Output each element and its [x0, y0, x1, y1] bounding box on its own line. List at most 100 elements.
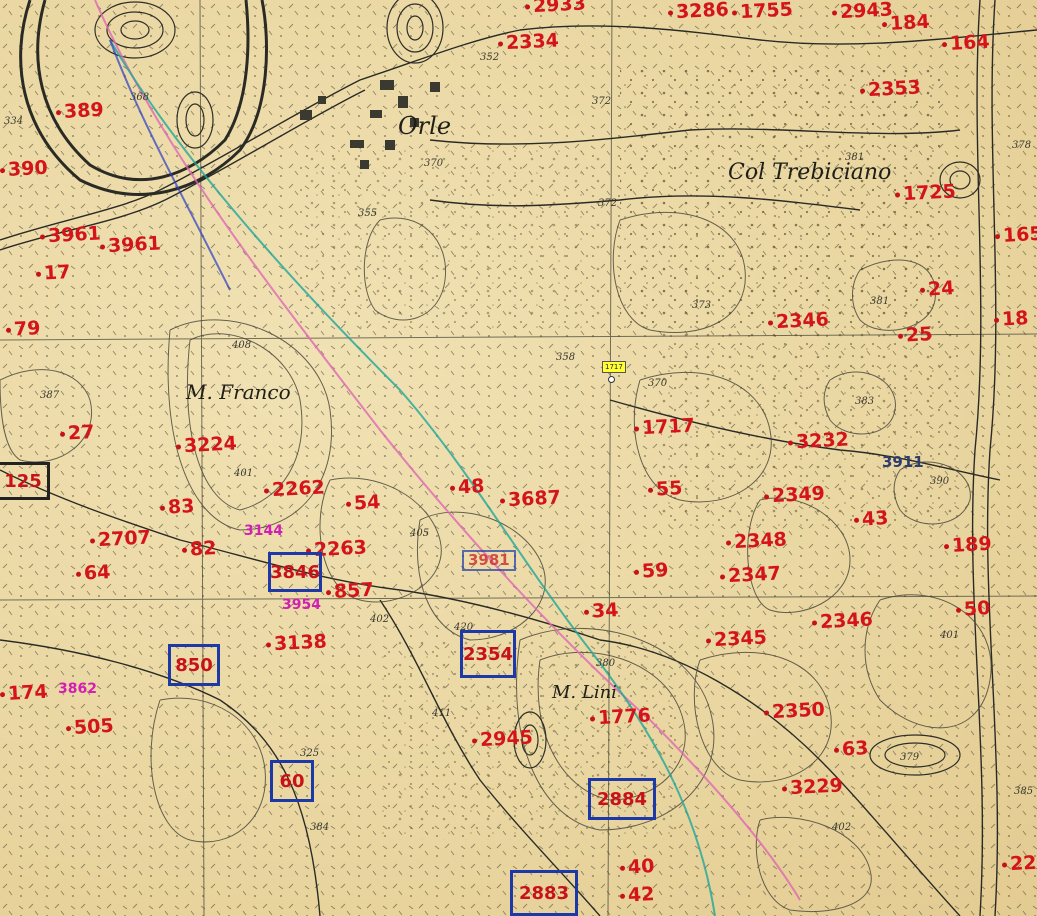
elevation-label: 325: [300, 748, 320, 759]
red-annotation[interactable]: 2933: [525, 0, 586, 17]
boxed-annotation[interactable]: 850: [168, 644, 220, 686]
red-annotation[interactable]: 3224: [176, 432, 237, 457]
red-annotation[interactable]: 3961: [100, 232, 161, 257]
red-annotation[interactable]: 50: [956, 597, 991, 620]
place-m-lini: M. Lini: [552, 682, 617, 703]
elevation-label: 401: [940, 630, 960, 641]
red-annotation[interactable]: 64: [76, 561, 111, 584]
red-annotation[interactable]: 2334: [498, 29, 559, 54]
red-annotation[interactable]: 2345: [706, 626, 767, 651]
red-annotation[interactable]: 3138: [266, 630, 327, 655]
elevation-label: 401: [234, 468, 254, 479]
elevation-label: 383: [855, 396, 875, 407]
red-annotation[interactable]: 505: [66, 715, 114, 739]
red-annotation[interactable]: 390: [0, 157, 48, 181]
map-canvas[interactable]: Orle Col Trebiciano M. Franco M. Lini 36…: [0, 0, 1037, 916]
red-annotation[interactable]: 43: [854, 507, 889, 530]
boxed-annotation[interactable]: 125: [0, 462, 50, 500]
red-annotation[interactable]: 79: [6, 317, 41, 340]
red-annotation[interactable]: 82: [182, 537, 217, 560]
location-marker-label[interactable]: 1717: [602, 361, 626, 373]
elevation-label: 408: [232, 340, 252, 351]
red-annotation[interactable]: 55: [648, 477, 683, 500]
red-annotation[interactable]: 165: [995, 223, 1037, 247]
elevation-label: 334: [4, 116, 24, 127]
red-annotation[interactable]: 3687: [500, 486, 561, 511]
elevation-label: 372: [598, 198, 618, 209]
boxed-annotation[interactable]: 2884: [588, 778, 656, 820]
red-annotation[interactable]: 2945: [472, 726, 533, 751]
red-annotation[interactable]: 2349: [764, 482, 825, 507]
red-annotation[interactable]: 189: [944, 533, 992, 557]
elevation-label: 355: [358, 208, 378, 219]
red-annotation[interactable]: 83: [160, 495, 195, 518]
boxed-annotation[interactable]: 2883: [510, 870, 578, 916]
red-annotation[interactable]: 389: [56, 99, 104, 123]
elevation-label: 368: [130, 92, 150, 103]
location-pin-icon[interactable]: [608, 376, 615, 383]
elevation-label: 379: [900, 752, 920, 763]
red-annotation[interactable]: 34: [584, 599, 619, 622]
elevation-label: 380: [596, 658, 616, 669]
elevation-label: 411: [432, 708, 452, 719]
magenta-annotation[interactable]: 3862: [58, 682, 97, 696]
boxed-annotation-faded[interactable]: 3981: [462, 550, 516, 571]
elevation-label: 402: [832, 822, 852, 833]
red-annotation[interactable]: 2348: [726, 528, 787, 553]
elevation-label: 381: [845, 152, 865, 163]
elevation-label: 385: [1014, 786, 1034, 797]
red-annotation[interactable]: 1755: [732, 0, 793, 23]
red-annotation[interactable]: 3232: [788, 428, 849, 453]
red-annotation[interactable]: 40: [620, 855, 655, 878]
boxed-annotation[interactable]: 2354: [460, 630, 516, 678]
red-annotation[interactable]: 25: [898, 323, 933, 346]
elevation-label: 373: [692, 300, 712, 311]
red-annotation[interactable]: 3286: [668, 0, 729, 23]
elevation-label: 372: [592, 96, 612, 107]
red-annotation[interactable]: 54: [346, 491, 381, 514]
red-annotation[interactable]: 3229: [782, 774, 843, 799]
elevation-label: 402: [370, 614, 390, 625]
elevation-label: 358: [556, 352, 576, 363]
red-annotation[interactable]: 2353: [860, 76, 921, 101]
red-annotation[interactable]: 24: [920, 277, 955, 300]
red-annotation[interactable]: 48: [450, 475, 485, 498]
red-annotation[interactable]: 1725: [895, 180, 956, 205]
red-annotation[interactable]: 17: [36, 261, 71, 284]
place-m-franco: M. Franco: [186, 380, 291, 404]
red-annotation[interactable]: 42: [620, 883, 655, 906]
red-annotation[interactable]: 184: [882, 11, 930, 35]
red-annotation[interactable]: 2218: [1002, 850, 1037, 875]
red-annotation[interactable]: 2347: [720, 562, 781, 587]
red-annotation[interactable]: 2346: [812, 608, 873, 633]
red-annotation[interactable]: 2350: [764, 698, 825, 723]
red-annotation[interactable]: 164: [942, 31, 990, 55]
elevation-label: 387: [40, 390, 60, 401]
elevation-label: 352: [480, 52, 500, 63]
place-col-trebiciano: Col Trebiciano: [728, 160, 892, 185]
elevation-label: 370: [424, 158, 444, 169]
red-annotation[interactable]: 27: [60, 421, 95, 444]
red-annotation[interactable]: 1776: [590, 704, 651, 729]
elevation-label: 390: [930, 476, 950, 487]
boxed-annotation[interactable]: 60: [270, 760, 314, 802]
red-annotation[interactable]: 2707: [90, 526, 151, 551]
red-annotation[interactable]: 59: [634, 559, 669, 582]
red-annotation[interactable]: 1717: [634, 414, 695, 439]
red-annotation[interactable]: 2346: [768, 308, 829, 333]
elevation-label: 381: [870, 296, 890, 307]
elevation-label: 378: [1012, 140, 1032, 151]
magenta-annotation[interactable]: 3144: [244, 524, 283, 538]
red-annotation[interactable]: 857: [326, 579, 374, 603]
red-annotation[interactable]: 2262: [264, 476, 325, 501]
red-annotation[interactable]: 18: [994, 307, 1029, 330]
red-annotation[interactable]: 3961: [40, 222, 101, 247]
elevation-label: 384: [310, 822, 330, 833]
red-annotation[interactable]: 63: [834, 737, 869, 760]
magenta-annotation[interactable]: 3954: [282, 598, 321, 612]
elevation-label: 370: [648, 378, 668, 389]
boxed-annotation[interactable]: 3846: [268, 552, 322, 592]
place-orle: Orle: [398, 112, 452, 140]
red-annotation[interactable]: 174: [0, 681, 48, 705]
blue-annotation[interactable]: 3911: [882, 455, 924, 470]
